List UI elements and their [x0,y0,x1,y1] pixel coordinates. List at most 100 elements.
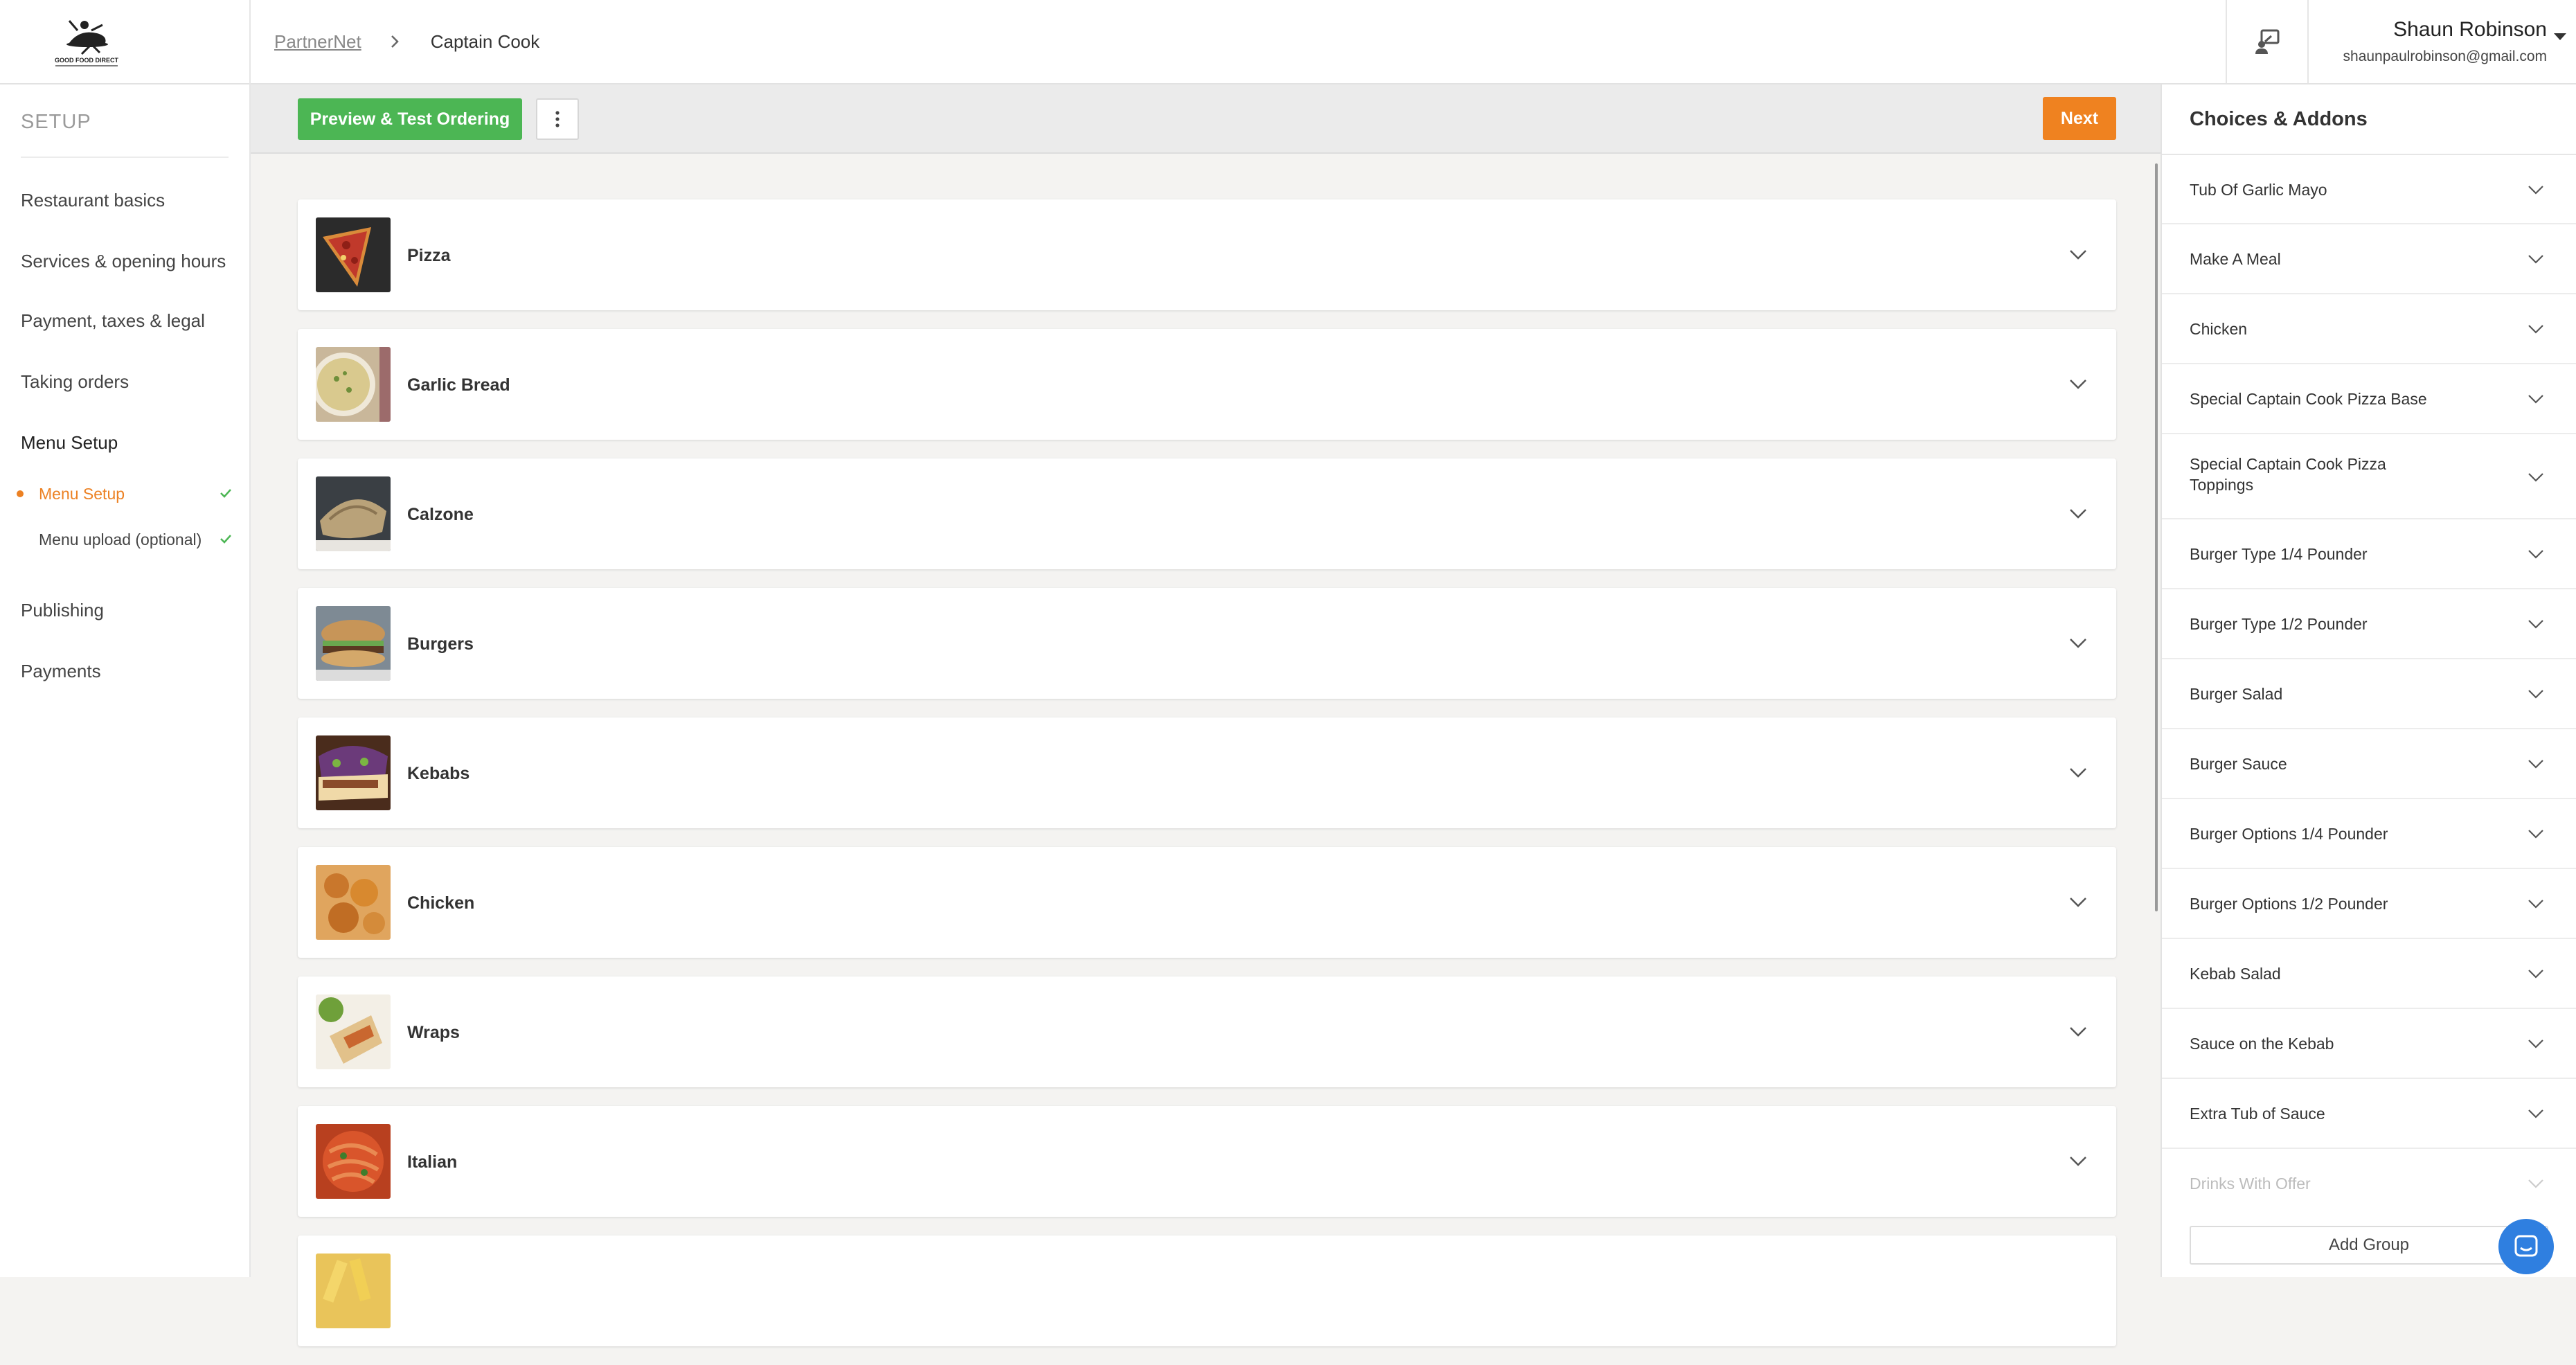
svg-text:GOOD FOOD DIRECT: GOOD FOOD DIRECT [55,57,119,64]
category-card-burgers[interactable]: Burgers [298,588,2116,699]
chat-launcher-button[interactable] [2498,1219,2554,1274]
choice-group-burger-options-half[interactable]: Burger Options 1/2 Pounder [2162,869,2576,939]
choice-group-burger-salad[interactable]: Burger Salad [2162,659,2576,729]
choice-group-label: Kebab Salad [2190,965,2281,983]
breadcrumb-partnernet-link[interactable]: PartnerNet [274,31,361,53]
choice-group-make-a-meal[interactable]: Make A Meal [2162,224,2576,294]
sidebar-item-menu-setup[interactable]: Menu Setup [21,432,118,454]
sidebar-subitem-menu-setup[interactable]: Menu Setup [17,485,233,503]
chevron-down-icon[interactable] [2066,1019,2090,1043]
category-card-garlic-bread[interactable]: Garlic Bread [298,329,2116,440]
chevron-down-icon[interactable] [2526,684,2546,704]
category-card-calzone[interactable]: Calzone [298,458,2116,569]
scrollbar[interactable] [2155,163,2158,911]
choice-group-burger-type-half[interactable]: Burger Type 1/2 Pounder [2162,589,2576,659]
chevron-down-icon[interactable] [2066,501,2090,525]
menu-editor: Preview & Test Ordering Next Pizza Garli… [251,84,2161,1346]
choice-group-extra-tub-of-sauce[interactable]: Extra Tub of Sauce [2162,1079,2576,1149]
breadcrumb-current: Captain Cook [430,30,540,52]
calzone-thumbnail [316,476,391,551]
chevron-down-icon[interactable] [2526,467,2546,487]
chevron-down-icon[interactable] [2526,894,2546,913]
choices-addons-panel: Choices & Addons Tub Of Garlic Mayo Make… [2161,84,2576,1277]
category-name: Kebabs [407,764,470,783]
burgers-thumbnail [316,606,391,681]
setup-sidebar: SETUP Restaurant basics Services & openi… [0,84,251,1277]
choice-group-kebab-salad[interactable]: Kebab Salad [2162,939,2576,1009]
choice-group-label: Sauce on the Kebab [2190,1035,2334,1053]
choice-group-label: Burger Salad [2190,685,2283,703]
chicken-thumbnail [316,865,391,940]
garlic-bread-thumbnail [316,347,391,422]
food-thumbnail [316,1254,391,1328]
choice-group-burger-type-quarter[interactable]: Burger Type 1/4 Pounder [2162,519,2576,589]
choice-group-label: Burger Type 1/4 Pounder [2190,545,2368,563]
support-button[interactable] [2226,0,2309,83]
chevron-down-icon[interactable] [2526,389,2546,409]
sidebar-item-services-opening-hours[interactable]: Services & opening hours [21,251,226,272]
choice-group-label: Burger Options 1/2 Pounder [2190,895,2388,913]
good-food-direct-logo[interactable]: GOOD FOOD DIRECT [42,15,132,71]
category-name: Italian [407,1152,458,1172]
more-options-button[interactable] [536,98,579,140]
chevron-down-icon[interactable] [2526,319,2546,339]
choice-group-drinks-with-offer[interactable]: Drinks With Offer [2162,1149,2576,1211]
chevron-down-icon[interactable] [2526,249,2546,269]
chevron-right-icon [391,35,399,48]
category-card-wraps[interactable]: Wraps [298,976,2116,1087]
category-card-kebabs[interactable]: Kebabs [298,717,2116,828]
wraps-thumbnail [316,994,391,1069]
user-menu[interactable]: Shaun Robinson shaunpaulrobinson@gmail.c… [2343,18,2547,65]
checkmark-icon [220,489,231,498]
setup-heading: SETUP [21,111,91,133]
kebabs-thumbnail [316,735,391,810]
chevron-down-icon[interactable] [2526,964,2546,983]
choice-group-sauce-on-kebab[interactable]: Sauce on the Kebab [2162,1009,2576,1079]
top-bar: GOOD FOOD DIRECT PartnerNet Captain Cook… [0,0,2576,84]
category-card-chicken[interactable]: Chicken [298,847,2116,958]
choice-group-special-pizza-toppings[interactable]: Special Captain Cook Pizza Toppings [2162,434,2576,519]
chevron-down-icon[interactable] [2066,372,2090,395]
choice-group-label: Special Captain Cook Pizza Base [2190,390,2427,408]
breadcrumb: PartnerNet Captain Cook [274,0,539,83]
sidebar-item-payments[interactable]: Payments [21,661,101,682]
chevron-down-icon[interactable] [2066,1149,2090,1172]
chevron-down-icon[interactable] [2526,754,2546,774]
category-card-italian[interactable]: Italian [298,1106,2116,1217]
sidebar-item-restaurant-basics[interactable]: Restaurant basics [21,190,165,211]
chevron-down-icon[interactable] [2526,544,2546,564]
sidebar-item-publishing[interactable]: Publishing [21,600,104,621]
choice-group-burger-sauce[interactable]: Burger Sauce [2162,729,2576,799]
choice-group-burger-options-quarter[interactable]: Burger Options 1/4 Pounder [2162,799,2576,869]
chevron-down-icon[interactable] [2526,614,2546,634]
chevron-down-icon[interactable] [2526,180,2546,199]
sidebar-subitem-label: Menu upload (optional) [39,530,202,548]
chevron-down-icon[interactable] [2526,1104,2546,1123]
sidebar-subitem-menu-upload[interactable]: Menu upload (optional) [39,530,233,549]
choice-group-chicken[interactable]: Chicken [2162,294,2576,364]
category-card-pizza[interactable]: Pizza [298,199,2116,310]
category-card-partial[interactable] [298,1235,2116,1346]
add-group-button[interactable]: Add Group [2190,1226,2548,1265]
logo-area: GOOD FOOD DIRECT [0,0,251,84]
sidebar-item-payment-taxes-legal[interactable]: Payment, taxes & legal [21,310,205,332]
chevron-down-icon[interactable] [2066,242,2090,266]
choice-group-special-pizza-base[interactable]: Special Captain Cook Pizza Base [2162,364,2576,434]
choice-group-tub-of-garlic-mayo[interactable]: Tub Of Garlic Mayo [2162,155,2576,224]
chevron-down-icon[interactable] [2066,760,2090,784]
sidebar-item-taking-orders[interactable]: Taking orders [21,371,129,393]
chevron-down-icon[interactable] [2526,824,2546,844]
preview-test-ordering-button[interactable]: Preview & Test Ordering [298,98,522,140]
chevron-down-icon[interactable] [2526,1174,2546,1193]
choice-group-label: Extra Tub of Sauce [2190,1105,2325,1123]
chevron-down-icon[interactable] [2066,631,2090,654]
category-name: Calzone [407,505,474,524]
next-button[interactable]: Next [2043,97,2116,140]
chevron-down-icon[interactable] [2526,1034,2546,1053]
caret-down-icon[interactable] [2554,33,2566,40]
chevron-down-icon[interactable] [2066,890,2090,913]
category-name: Garlic Bread [407,375,510,395]
toolbar: Preview & Test Ordering Next [251,84,2161,154]
choice-group-label: Chicken [2190,320,2248,338]
divider [21,157,229,158]
